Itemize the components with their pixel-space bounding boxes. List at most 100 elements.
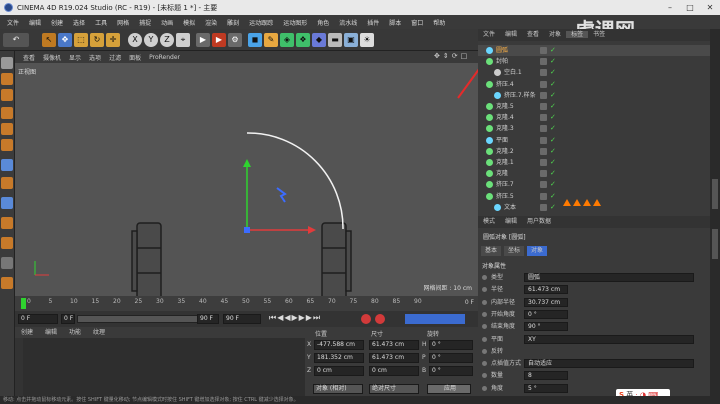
strip-tab[interactable] [712,179,718,209]
animation-dot-icon[interactable] [482,385,487,391]
floor-icon[interactable]: ▬ [328,33,342,47]
autokey-icon[interactable] [375,314,385,324]
material-tab[interactable]: 功能 [63,329,87,336]
animation-dot-icon[interactable] [482,311,487,317]
coord-rotation-field[interactable]: 0 ° [429,353,473,363]
viewport-menu-item[interactable]: 过滤 [105,53,125,62]
coord-rotation-field[interactable]: 0 ° [429,340,473,350]
scale-icon[interactable]: ⬚ [74,33,88,47]
grid-icon[interactable] [1,257,13,269]
enabled-check-icon[interactable]: ✓ [550,123,556,134]
coord-size-field[interactable]: 0 cm [369,366,419,376]
visibility-dots-icon[interactable] [540,136,547,144]
menu-item[interactable]: 运动图形 [278,18,312,27]
visibility-dots-icon[interactable] [540,181,547,189]
menu-item[interactable]: 雕刻 [222,18,244,27]
current-frame-field[interactable]: 0 F [18,314,58,324]
visibility-dots-icon[interactable] [540,114,547,122]
object-manager-tab[interactable]: 编辑 [500,31,522,38]
object-manager-tab[interactable]: 对象 [544,31,566,38]
animation-dot-icon[interactable] [482,348,487,354]
undo-icon[interactable]: ↶ [3,33,29,47]
attribute-tab[interactable]: 模式 [478,218,500,225]
object-row[interactable]: 圆弧 ✓ [478,45,710,56]
coord-position-field[interactable]: 0 cm [314,366,364,376]
subdivision-icon[interactable]: ◈ [280,33,294,47]
menu-item[interactable]: 帮助 [428,18,450,27]
animation-dot-icon[interactable] [482,299,487,305]
animation-dot-icon[interactable] [482,336,487,342]
attribute-subtab[interactable]: 坐标 [504,246,525,256]
start-frame-field[interactable]: 0 F [61,314,75,324]
visibility-dots-icon[interactable] [540,91,547,99]
attribute-tab[interactable]: 用户数据 [522,218,556,225]
enabled-check-icon[interactable]: ✓ [550,56,556,67]
coord-rotation-field[interactable]: 0 ° [429,366,473,376]
attribute-subtab[interactable]: 基本 [481,246,502,256]
property-value-field[interactable]: 30.737 cm [524,297,568,307]
property-value-field[interactable]: 8 [524,371,568,381]
property-value-field[interactable]: 61.473 cm [524,285,568,295]
enabled-check-icon[interactable]: ✓ [550,202,556,213]
max-frame-field[interactable]: 90 F [223,314,261,324]
light-icon[interactable]: ☀ [360,33,374,47]
object-row[interactable]: 克隆.3 ✓ [478,123,710,134]
texture-mode-icon[interactable] [1,89,13,101]
move-icon[interactable]: ✥ [58,33,72,47]
menu-item[interactable]: 角色 [312,18,334,27]
object-manager-tab[interactable]: 标签 [566,31,589,38]
object-row[interactable]: 克隆.5 ✓ [478,101,710,112]
enabled-check-icon[interactable]: ✓ [550,168,556,179]
visibility-dots-icon[interactable] [540,203,547,211]
record-icon[interactable] [361,314,371,324]
render-settings-icon[interactable]: ⚙ [228,33,242,47]
lock-workplane-icon[interactable] [1,277,13,289]
visibility-dots-icon[interactable] [540,125,547,133]
object-row[interactable]: 挤压.7 ✓ [478,179,710,190]
menu-item[interactable]: 网格 [112,18,134,27]
maximize-button[interactable]: □ [680,0,700,15]
end-frame-field[interactable]: 90 F [197,314,219,324]
visibility-dots-icon[interactable] [540,103,547,110]
visibility-dots-icon[interactable] [540,69,547,77]
viewport-front[interactable]: 正视图 网格间距 : 10 cm [15,63,478,296]
select-icon[interactable]: ↖ [42,33,56,47]
enabled-check-icon[interactable]: ✓ [550,90,556,101]
object-row[interactable]: 克隆.2 ✓ [478,146,710,157]
coord-position-field[interactable]: 181.352 cm [314,353,364,363]
property-value-field[interactable]: XY [524,334,694,344]
strip-tab[interactable] [712,229,718,259]
animation-dot-icon[interactable] [482,373,487,379]
render-view-icon[interactable]: ▶ [196,33,210,47]
pen-spline-icon[interactable]: ✎ [264,33,278,47]
object-manager-tab[interactable]: 书签 [588,31,610,38]
animation-dot-icon[interactable] [482,361,487,367]
coordinate-system-icon[interactable]: ⌖ [176,33,190,47]
workplane-icon[interactable] [1,217,13,229]
minimize-button[interactable]: – [660,0,680,15]
keyframe-tools[interactable] [405,314,465,324]
property-value-field[interactable]: 90 ° [524,322,568,332]
coord-size-select[interactable]: 绝对尺寸 [369,384,419,394]
axis-x-lock-icon[interactable]: X [128,33,142,47]
animation-dot-icon[interactable] [482,287,487,293]
model-mode-icon[interactable] [1,73,13,85]
menu-item[interactable]: 编辑 [24,18,46,27]
cloner-icon[interactable]: ❖ [296,33,310,47]
points-mode-icon[interactable] [1,107,13,119]
visibility-dots-icon[interactable] [540,192,547,200]
coord-size-field[interactable]: 61.473 cm [369,353,419,363]
deformer-icon[interactable]: ◆ [312,33,326,47]
menu-item[interactable]: 捕捉 [134,18,156,27]
coord-size-field[interactable]: 61.473 cm [369,340,419,350]
polygons-mode-icon[interactable] [1,139,13,151]
tweak-mode-icon[interactable] [1,177,13,189]
axis-y-lock-icon[interactable]: Y [144,33,158,47]
material-tab[interactable]: 纹理 [87,329,111,336]
menu-item[interactable]: 动画 [156,18,178,27]
object-row[interactable]: 平面 ✓ [478,135,710,146]
object-row[interactable]: 克隆 ✓ [478,168,710,179]
axis-z-lock-icon[interactable]: Z [160,33,174,47]
object-row[interactable]: 克隆.4 ✓ [478,112,710,123]
menu-item[interactable]: 脚本 [384,18,406,27]
